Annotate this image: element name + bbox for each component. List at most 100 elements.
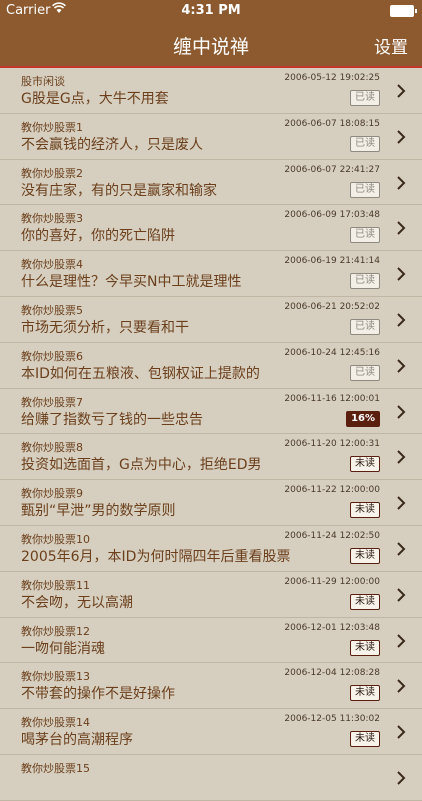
status-badge: 未读 — [350, 456, 380, 473]
item-category: 教你炒股票12 — [21, 624, 90, 638]
item-title: 投资如选面首，G点为中心，拒绝ED男 — [21, 457, 262, 474]
item-title: 给赚了指数亏了钱的一些忠告 — [21, 411, 203, 428]
item-date: 2006-05-12 19:02:25 — [284, 73, 380, 83]
item-date: 2006-11-24 12:02:50 — [284, 530, 380, 541]
chevron-right-icon — [394, 266, 408, 281]
status-badge: 未读 — [350, 502, 380, 519]
item-date: 2006-12-01 12:03:48 — [284, 622, 380, 633]
list-item[interactable]: 教你炒股票13 2006-12-04 12:08:28 不带套的操作不是好操作 未读 — [0, 663, 422, 710]
status-badge: 未读 — [350, 639, 380, 656]
navigation-bar: 缠中说禅 设置 — [0, 22, 422, 68]
item-date: 2006-11-20 12:00:31 — [284, 439, 380, 450]
item-date: 2006-06-09 17:03:48 — [284, 210, 380, 221]
list-item[interactable]: 教你炒股票7 2006-11-16 12:00:01 给赚了指数亏了钱的一些忠告 16… — [0, 389, 422, 435]
item-date: 2006-10-24 12:45:16 — [284, 347, 380, 358]
item-category: 教你炒股票11 — [21, 578, 90, 592]
item-title: 2005年6月，本ID为何时隔四年后重看股票 — [21, 548, 291, 565]
item-category: 教你炒股票7 — [21, 395, 83, 409]
item-category: 教你炒股票5 — [21, 303, 83, 317]
item-category: 教你炒股票15 — [21, 761, 90, 775]
item-title: 市场无须分析，只要看和干 — [21, 319, 189, 336]
status-badge: 已读 — [350, 181, 380, 198]
item-date: 2006-12-04 12:08:28 — [284, 668, 380, 679]
status-badge: 未读 — [350, 685, 380, 702]
status-badge: 已读 — [350, 227, 380, 244]
item-date: 2006-11-16 12:00:01 — [284, 393, 380, 404]
chevron-right-icon — [394, 175, 408, 190]
status-badge: 未读 — [350, 547, 380, 564]
chevron-right-icon — [394, 129, 408, 144]
chevron-right-icon — [394, 358, 408, 373]
settings-button[interactable]: 设置 — [374, 33, 408, 58]
item-title: G股是G点，大牛不用套 — [21, 91, 169, 107]
chevron-right-icon — [394, 587, 408, 602]
item-title: 本ID如何在五粮液、包钢权证上提款的 — [21, 365, 260, 382]
list-item[interactable]: 教你炒股票15 — [0, 755, 422, 801]
item-date: 2006-06-21 20:52:02 — [284, 301, 380, 312]
list-item[interactable]: 教你炒股票10 2006-11-24 12:02:50 2005年6月，本ID为何时… — [0, 526, 422, 572]
chevron-right-icon — [394, 541, 408, 556]
list-item[interactable]: 教你炒股票4 2006-06-19 21:41:14 什么是理性？今早买N中工就是理… — [0, 251, 422, 297]
status-badge: 已读 — [350, 273, 380, 290]
item-title: 不带套的操作不是好操作 — [21, 686, 175, 703]
status-badge: 16% — [346, 410, 380, 427]
item-title: 不会吻，无以高潮 — [21, 594, 133, 611]
item-date: 2006-11-22 12:00:00 — [284, 485, 380, 496]
status-badge: 已读 — [350, 364, 380, 381]
chevron-right-icon — [394, 312, 408, 327]
status-badge: 已读 — [350, 135, 380, 152]
item-title: 一吻何能消魂 — [21, 640, 105, 657]
status-badge: 已读 — [350, 90, 380, 106]
list-item[interactable]: 教你炒股票3 2006-06-09 17:03:48 你的喜好，你的死亡陷阱 已读 — [0, 205, 422, 252]
list-item[interactable]: 股市闲谈 2006-05-12 19:02:25 G股是G点，大牛不用套 已读 — [0, 68, 422, 114]
item-title: 什么是理性？今早买N中工就是理性 — [21, 274, 242, 291]
list-item[interactable]: 教你炒股票2 2006-06-07 22:41:27 没有庄家，有的只是赢家和输家 已… — [0, 160, 422, 206]
item-title: 你的喜好，你的死亡陷阱 — [21, 228, 175, 245]
item-category: 教你炒股票10 — [21, 532, 90, 546]
item-category: 教你炒股票1 — [21, 120, 83, 134]
status-time: 4:31 PM — [181, 3, 241, 18]
status-badge: 未读 — [350, 593, 380, 610]
list-item[interactable]: 教你炒股票8 2006-11-20 12:00:31 投资如选面首，G点为中心，拒绝… — [0, 434, 422, 481]
item-category: 教你炒股票9 — [21, 487, 83, 501]
chevron-right-icon — [394, 770, 408, 785]
item-title: 没有庄家，有的只是赢家和输家 — [21, 182, 217, 199]
list-item[interactable]: 教你炒股票11 2006-11-29 12:00:00 不会吻，无以高潮 未读 — [0, 572, 422, 618]
chevron-right-icon — [394, 404, 408, 419]
chevron-right-icon — [394, 724, 408, 739]
status-badge: 已读 — [350, 318, 380, 335]
list-item[interactable]: 教你炒股票14 2006-12-05 11:30:02 喝茅台的高潮程序 未读 — [0, 709, 422, 755]
item-category: 教你炒股票4 — [21, 258, 83, 272]
status-badge: 未读 — [350, 731, 380, 748]
chevron-right-icon — [394, 678, 408, 694]
item-title: 喝茅台的高潮程序 — [21, 732, 133, 749]
item-category: 教你炒股票2 — [21, 166, 83, 180]
list-item[interactable]: 教你炒股票1 2006-06-07 18:08:15 不会赢钱的经济人，只是废人 已读 — [0, 114, 422, 160]
status-bar: Carrier 4:31 PM — [0, 0, 422, 22]
item-category: 教你炒股票3 — [21, 212, 83, 226]
item-date: 2006-11-29 12:00:00 — [284, 576, 380, 587]
chevron-right-icon — [394, 495, 408, 510]
item-date: 2006-06-07 22:41:27 — [284, 164, 380, 175]
item-category: 教你炒股票13 — [21, 670, 90, 684]
chevron-right-icon — [394, 633, 408, 648]
article-list: 股市闲谈 2006-05-12 19:02:25 G股是G点，大牛不用套 已读 教你炒股… — [0, 68, 422, 801]
item-title: 不会赢钱的经济人，只是废人 — [21, 136, 203, 153]
battery-icon — [390, 5, 417, 17]
item-date: 2006-06-07 18:08:15 — [284, 118, 380, 129]
chevron-right-icon — [394, 220, 408, 236]
list-item[interactable]: 教你炒股票9 2006-11-22 12:00:00 甄别“早泄”男的数学原则 未读 — [0, 480, 422, 526]
list-item[interactable]: 教你炒股票5 2006-06-21 20:52:02 市场无须分析，只要看和干 已读 — [0, 297, 422, 343]
list-item[interactable]: 教你炒股票6 2006-10-24 12:45:16 本ID如何在五粮液、包钢权证上… — [0, 343, 422, 389]
item-category: 教你炒股票14 — [21, 716, 90, 730]
item-category: 股市闲谈 — [21, 75, 65, 88]
item-title: 甄别“早泄”男的数学原则 — [21, 503, 176, 520]
chevron-right-icon — [394, 83, 408, 98]
item-category: 教你炒股票6 — [21, 349, 83, 363]
item-date: 2006-12-05 11:30:02 — [284, 714, 380, 725]
list-item[interactable]: 教你炒股票12 2006-12-01 12:03:48 一吻何能消魂 未读 — [0, 618, 422, 664]
item-category: 教你炒股票8 — [21, 441, 83, 455]
chevron-right-icon — [394, 449, 408, 465]
nav-title: 缠中说禅 — [172, 36, 249, 58]
item-date: 2006-06-19 21:41:14 — [284, 256, 380, 267]
